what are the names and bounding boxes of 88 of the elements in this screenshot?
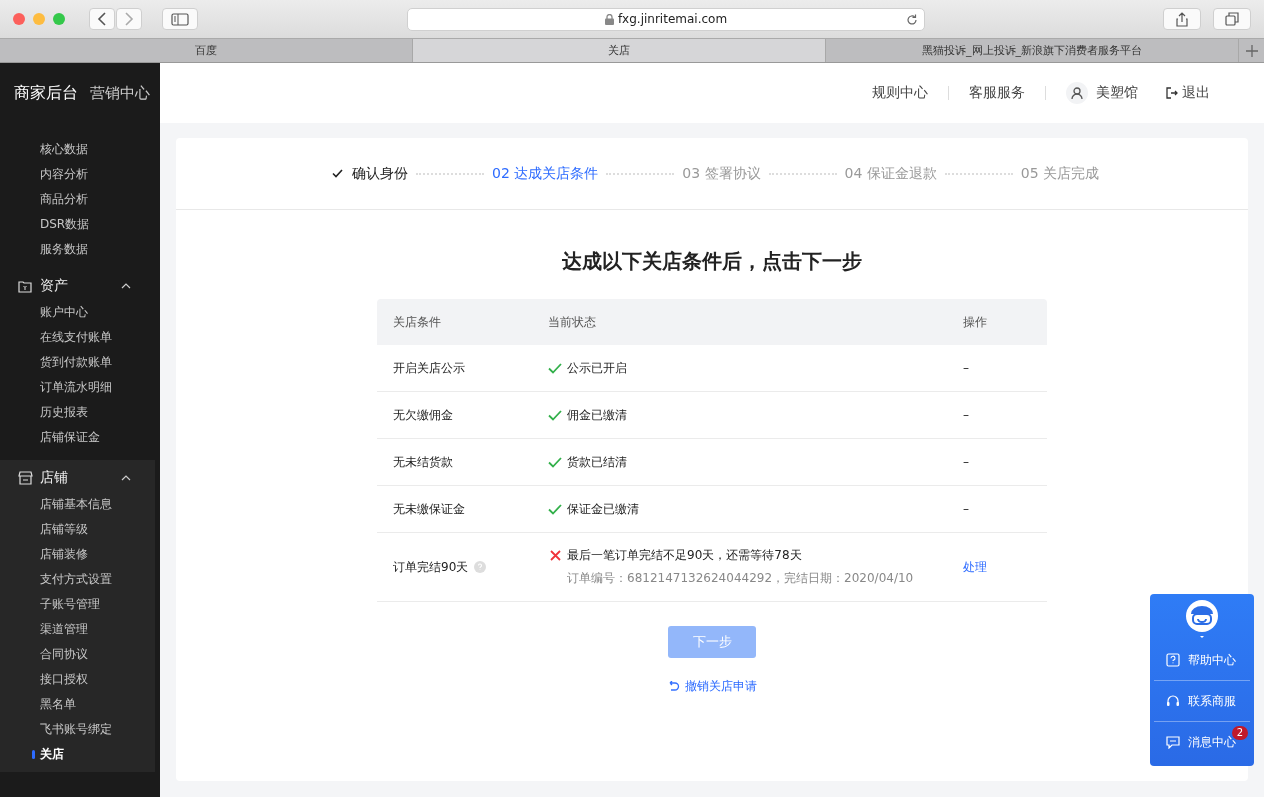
table-cell: 订单完结90天 <box>393 558 469 576</box>
table-cell: – <box>963 455 969 469</box>
nav-link[interactable]: 客服服务 <box>969 84 1025 102</box>
status-text: 公示已开启 <box>567 359 627 377</box>
back-icon <box>97 12 107 26</box>
sidebar-toggle-button[interactable] <box>162 8 198 30</box>
menu-group-header[interactable]: 资产 <box>0 272 155 300</box>
order-detail: 订单编号：6812147132624044292，完结日期：2020/04/10 <box>566 570 914 587</box>
back-button[interactable] <box>89 8 115 30</box>
message-icon <box>1166 735 1180 749</box>
sidebar-item[interactable]: 飞书账号绑定 <box>0 717 155 742</box>
lock-icon <box>604 13 614 25</box>
table-cell: – <box>963 408 969 422</box>
selection-marker <box>32 750 35 759</box>
sidebar-item[interactable]: 店铺等级 <box>0 517 155 542</box>
sidebar-item[interactable]: 接口授权 <box>0 667 155 692</box>
sidebar-item[interactable]: 黑名单 <box>0 692 155 717</box>
undo-icon <box>667 680 680 693</box>
sidebar-item[interactable]: DSR数据 <box>0 212 155 237</box>
user-avatar-icon <box>1066 82 1088 104</box>
table-cell: 开启关店公示 <box>393 359 465 377</box>
sidebar-item[interactable]: 关店 <box>0 742 155 767</box>
page-title: 达成以下关店条件后，点击下一步 <box>562 248 862 275</box>
store-icon <box>18 471 33 485</box>
handle-link[interactable]: 处理 <box>963 558 987 576</box>
step-label[interactable]: 确认身份 <box>352 164 408 183</box>
menu-group-header[interactable]: 店铺 <box>0 464 155 492</box>
status-text: 佣金已缴清 <box>567 406 627 424</box>
column-header: 关店条件 <box>392 313 442 331</box>
sidebar-item[interactable]: 渠道管理 <box>0 617 155 642</box>
forward-icon <box>124 12 134 26</box>
share-button[interactable] <box>1163 8 1201 30</box>
address-bar[interactable]: fxg.jinritemai.com <box>407 7 925 31</box>
logout-link[interactable]: 退出 <box>1182 84 1210 102</box>
sidebar-item[interactable]: 合同协议 <box>0 642 155 667</box>
table-cell: 无未缴保证金 <box>393 500 465 518</box>
sidebar-item[interactable]: 服务数据 <box>0 237 155 262</box>
sidebar-item[interactable]: 商品分析 <box>0 187 155 212</box>
logout-icon <box>1166 87 1178 99</box>
menu-group-label: 资产 <box>40 277 69 295</box>
table-cell: 无未结货款 <box>393 453 453 471</box>
sidebar-item[interactable]: 店铺保证金 <box>0 425 155 450</box>
status-text: 货款已结清 <box>567 453 627 471</box>
reload-icon[interactable] <box>906 13 918 26</box>
count-badge: 2 <box>1231 726 1248 740</box>
sidebar-item[interactable]: 店铺装修 <box>0 542 155 567</box>
plus-icon <box>1245 44 1258 57</box>
step-label[interactable]: 02 达成关店条件 <box>492 164 599 183</box>
sidebar-item[interactable]: 货到付款账单 <box>0 350 155 375</box>
close-button[interactable] <box>13 13 25 25</box>
browser-tab[interactable]: 黑猫投诉_网上投诉_新浪旗下消费者服务平台 <box>826 39 1239 62</box>
chevron-up-icon[interactable] <box>121 475 131 481</box>
panel-link[interactable]: 帮助中心 <box>1150 640 1254 680</box>
sidebar-icon <box>171 12 189 26</box>
column-header: 当前状态 <box>547 313 597 331</box>
browser-tab[interactable]: 关店 <box>413 39 826 62</box>
headset-icon <box>1166 694 1180 708</box>
status-text: 保证金已缴清 <box>567 500 639 518</box>
sidebar-item[interactable]: 在线支付账单 <box>0 325 155 350</box>
chevron-up-icon[interactable] <box>121 283 131 289</box>
menu-group-label: 店铺 <box>40 469 69 487</box>
sidebar-item[interactable]: 店铺基本信息 <box>0 492 155 517</box>
tabs-icon <box>1225 12 1239 26</box>
column-header: 操作 <box>962 313 988 331</box>
forward-button[interactable] <box>116 8 142 30</box>
sidebar-item[interactable]: 核心数据 <box>0 137 155 162</box>
sidebar-item[interactable]: 订单流水明细 <box>0 375 155 400</box>
table-cell: 无欠缴佣金 <box>393 406 453 424</box>
folder-icon <box>18 279 32 293</box>
zoom-button[interactable] <box>53 13 65 25</box>
share-icon <box>1176 11 1188 27</box>
sidebar-item[interactable]: 子账号管理 <box>0 592 155 617</box>
url-text: fxg.jinritemai.com <box>617 12 728 26</box>
sidebar-item[interactable]: 支付方式设置 <box>0 567 155 592</box>
cancel-link[interactable]: 撤销关店申请 <box>667 678 757 695</box>
help-icon <box>1166 653 1180 667</box>
status-text: 最后一笔订单完结不足90天，还需等待78天 <box>567 547 802 564</box>
panel-link[interactable]: 联系商服 <box>1150 681 1254 721</box>
table-cell: – <box>963 361 969 375</box>
table-cell: – <box>963 502 969 516</box>
sidebar-item[interactable]: 内容分析 <box>0 162 155 187</box>
sidebar-item[interactable]: 历史报表 <box>0 400 155 425</box>
sidebar-tab[interactable]: 商家后台 <box>14 82 78 104</box>
account-link[interactable]: 美塑馆 <box>1096 84 1138 102</box>
sidebar-item[interactable]: 账户中心 <box>0 300 155 325</box>
tabs-overview-button[interactable] <box>1213 8 1251 30</box>
sidebar-tab[interactable]: 营销中心 <box>90 83 150 103</box>
nav-link[interactable]: 规则中心 <box>872 84 928 102</box>
